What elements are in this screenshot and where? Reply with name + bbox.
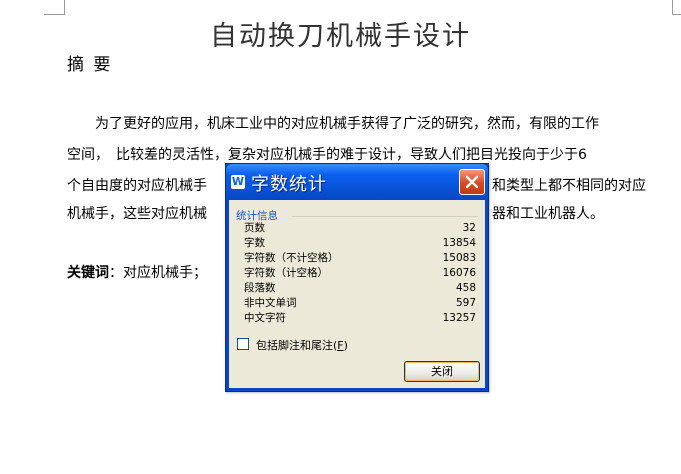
- include-footnotes-label[interactable]: 包括脚注和尾注(F): [256, 337, 348, 353]
- stat-label: 非中文单词: [244, 297, 297, 309]
- document-title: 自动换刀机械手设计: [210, 21, 471, 52]
- stat-value: 597: [455, 297, 476, 309]
- stat-row-chinese-chars: 中文字符 13257: [244, 311, 476, 326]
- titlebar-close-button[interactable]: [459, 169, 485, 195]
- abstract-line-1: 为了更好的应用，机床工业中的对应机械手获得了广泛的研究，然而，有限的工作: [67, 116, 599, 132]
- close-icon: [465, 175, 479, 189]
- stat-label: 字符数（不计空格）: [244, 252, 339, 264]
- keywords-line: 关键词：对应机械手；: [67, 262, 207, 282]
- stat-label: 字符数（计空格）: [244, 267, 328, 279]
- stat-row-pages: 页数 32: [244, 221, 476, 236]
- dialog-titlebar[interactable]: W 字数统计: [226, 164, 488, 200]
- word-count-dialog: W 字数统计 统计信息 页数 32 字数 13854 字符数（不计空格） 150…: [225, 163, 489, 392]
- stat-label: 页数: [244, 222, 265, 234]
- stat-row-non-chinese-words: 非中文单词 597: [244, 296, 476, 311]
- stat-label: 中文字符: [244, 312, 286, 324]
- crop-mark-top-right-v: [672, 0, 673, 14]
- stat-label: 字数: [244, 237, 265, 249]
- include-footnotes-text: 包括脚注和尾注: [256, 339, 333, 352]
- close-button[interactable]: 关闭: [404, 361, 480, 382]
- include-footnotes-checkbox[interactable]: [237, 338, 249, 350]
- access-key: F: [337, 339, 344, 352]
- stat-label: 段落数: [244, 282, 276, 294]
- abstract-line-2: 空间， 比较差的灵活性，复杂对应机械手的难于设计，导致人们把目光投向于少于6: [67, 147, 587, 163]
- stat-value: 13257: [442, 312, 476, 324]
- keywords-label: 关键词: [67, 265, 109, 281]
- stat-value: 15083: [442, 252, 476, 264]
- stat-row-chars-with-spaces: 字符数（计空格） 16076: [244, 266, 476, 281]
- abstract-line-3: 个自由度的对应机械手: [67, 178, 207, 194]
- stat-value: 13854: [442, 237, 476, 249]
- abstract-line-3-tail: 和类型上都不相同的对应: [492, 178, 646, 194]
- crop-mark-top-left-v: [64, 0, 65, 14]
- stat-row-words: 字数 13854: [244, 236, 476, 251]
- abstract-line-4: 机械手，这些对应机械: [67, 206, 207, 222]
- stat-value: 32: [462, 222, 476, 234]
- group-divider: [292, 216, 478, 217]
- word-app-icon: W: [231, 175, 245, 189]
- stat-row-chars-no-spaces: 字符数（不计空格） 15083: [244, 251, 476, 266]
- abstract-heading: 摘 要: [67, 55, 113, 75]
- dialog-title: 字数统计: [251, 174, 327, 195]
- stat-row-paragraphs: 段落数 458: [244, 281, 476, 296]
- keywords-text: ：对应机械手；: [109, 265, 207, 281]
- statistics-group: 统计信息 页数 32 字数 13854 字符数（不计空格） 15083 字符数（…: [234, 206, 480, 330]
- stat-value: 458: [455, 282, 476, 294]
- dialog-body: 统计信息 页数 32 字数 13854 字符数（不计空格） 15083 字符数（…: [229, 200, 485, 388]
- abstract-line-4-tail: 器和工业机器人。: [492, 206, 604, 222]
- stat-value: 16076: [442, 267, 476, 279]
